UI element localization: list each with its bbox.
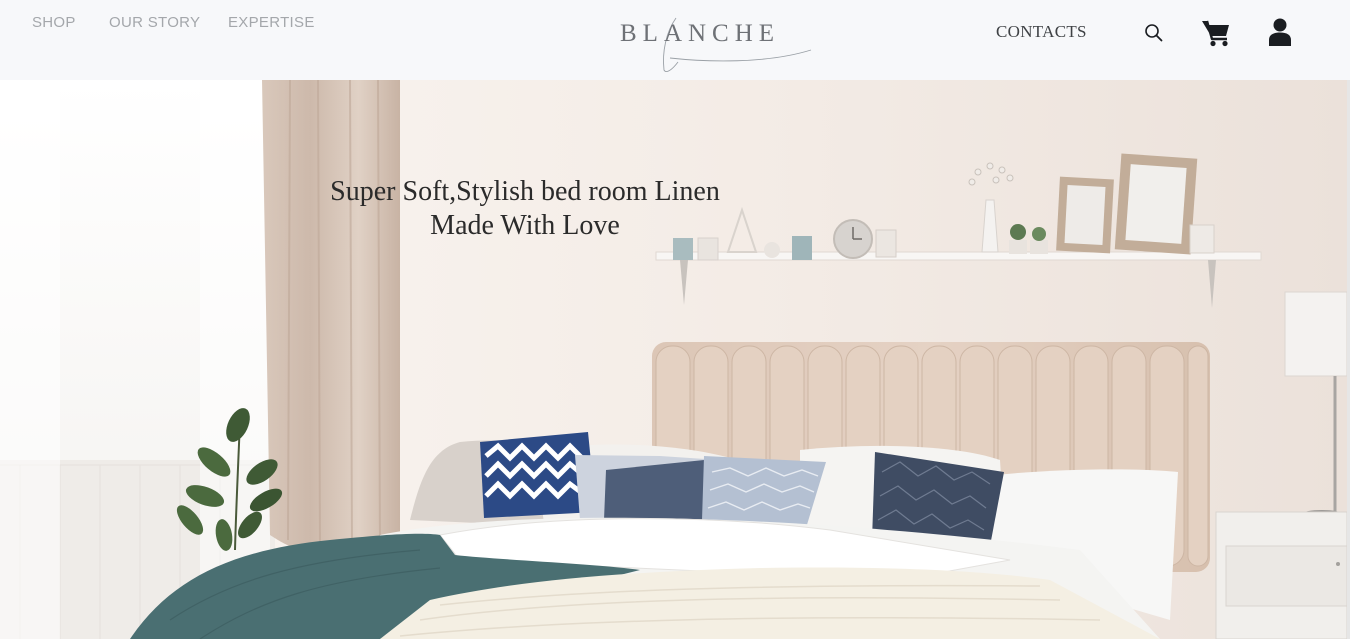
account-button[interactable] — [1268, 18, 1292, 51]
site-header: SHOP OUR STORY EXPERTISE BLANCHE CONTACT… — [0, 0, 1350, 80]
cart-icon — [1202, 20, 1229, 47]
bedroom-photo — [0, 80, 1347, 639]
hero-headline-line2: Made With Love — [430, 210, 620, 241]
brand-logo[interactable]: BLANCHE — [606, 14, 836, 74]
search-button[interactable] — [1144, 23, 1164, 48]
user-icon — [1269, 18, 1291, 46]
hero-headline: Super Soft,Stylish bed room Linen Made W… — [300, 175, 750, 243]
nav-our-story-link[interactable]: OUR STORY — [109, 14, 200, 31]
logo-text: BLANCHE — [620, 20, 781, 47]
cart-button[interactable] — [1201, 19, 1231, 52]
nav-contacts-link[interactable]: CONTACTS — [996, 22, 1087, 42]
nav-shop-link[interactable]: SHOP — [32, 14, 76, 31]
hero-headline-line1: Super Soft,Stylish bed room Linen — [330, 176, 720, 207]
nav-expertise-link[interactable]: EXPERTISE — [228, 14, 315, 31]
hero-banner: Super Soft,Stylish bed room Linen Made W… — [0, 80, 1347, 639]
search-icon — [1145, 24, 1163, 42]
